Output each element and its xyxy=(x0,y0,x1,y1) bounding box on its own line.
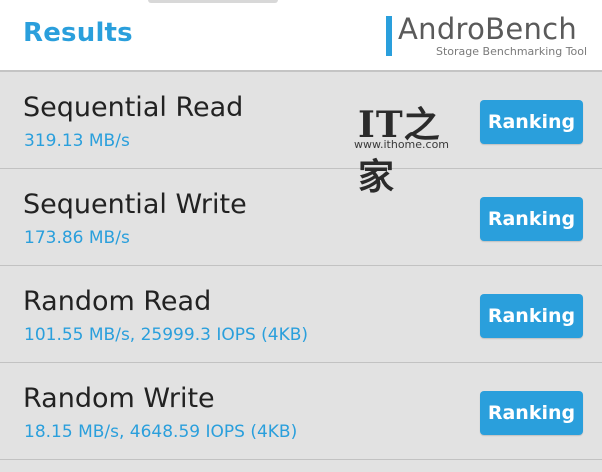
test-name: Sequential Write xyxy=(23,189,247,220)
ithome-watermark: IT之家 www.ithome.com xyxy=(354,96,464,198)
test-value: 173.86 MB/s xyxy=(24,228,130,248)
page-title: Results xyxy=(23,18,133,48)
result-row-random-read: Random Read 101.55 MB/s, 25999.3 IOPS (4… xyxy=(0,266,602,363)
test-name: Random Write xyxy=(23,383,215,414)
ranking-button[interactable]: Ranking xyxy=(480,391,583,435)
result-row-random-write: Random Write 18.15 MB/s, 4648.59 IOPS (4… xyxy=(0,363,602,460)
watermark-url: www.ithome.com xyxy=(354,138,450,151)
status-sliver xyxy=(148,0,278,3)
result-row-sequential-read: Sequential Read 319.13 MB/s Ranking xyxy=(0,72,602,169)
app-header: Results AndroBench Storage Benchmarking … xyxy=(0,0,602,72)
logo-tagline: Storage Benchmarking Tool xyxy=(436,45,588,58)
result-row-sequential-write: Sequential Write 173.86 MB/s Ranking xyxy=(0,169,602,266)
logo-name: AndroBench xyxy=(398,12,578,46)
test-name: Random Read xyxy=(23,286,212,317)
ranking-button[interactable]: Ranking xyxy=(480,294,583,338)
test-value: 101.55 MB/s, 25999.3 IOPS (4KB) xyxy=(24,325,309,345)
test-name: Sequential Read xyxy=(23,92,244,123)
logo-bar-icon xyxy=(386,16,392,56)
ranking-button[interactable]: Ranking xyxy=(480,100,583,144)
ranking-button[interactable]: Ranking xyxy=(480,197,583,241)
test-value: 18.15 MB/s, 4648.59 IOPS (4KB) xyxy=(24,422,298,442)
androbench-logo: AndroBench Storage Benchmarking Tool xyxy=(382,12,592,62)
test-value: 319.13 MB/s xyxy=(24,131,130,151)
